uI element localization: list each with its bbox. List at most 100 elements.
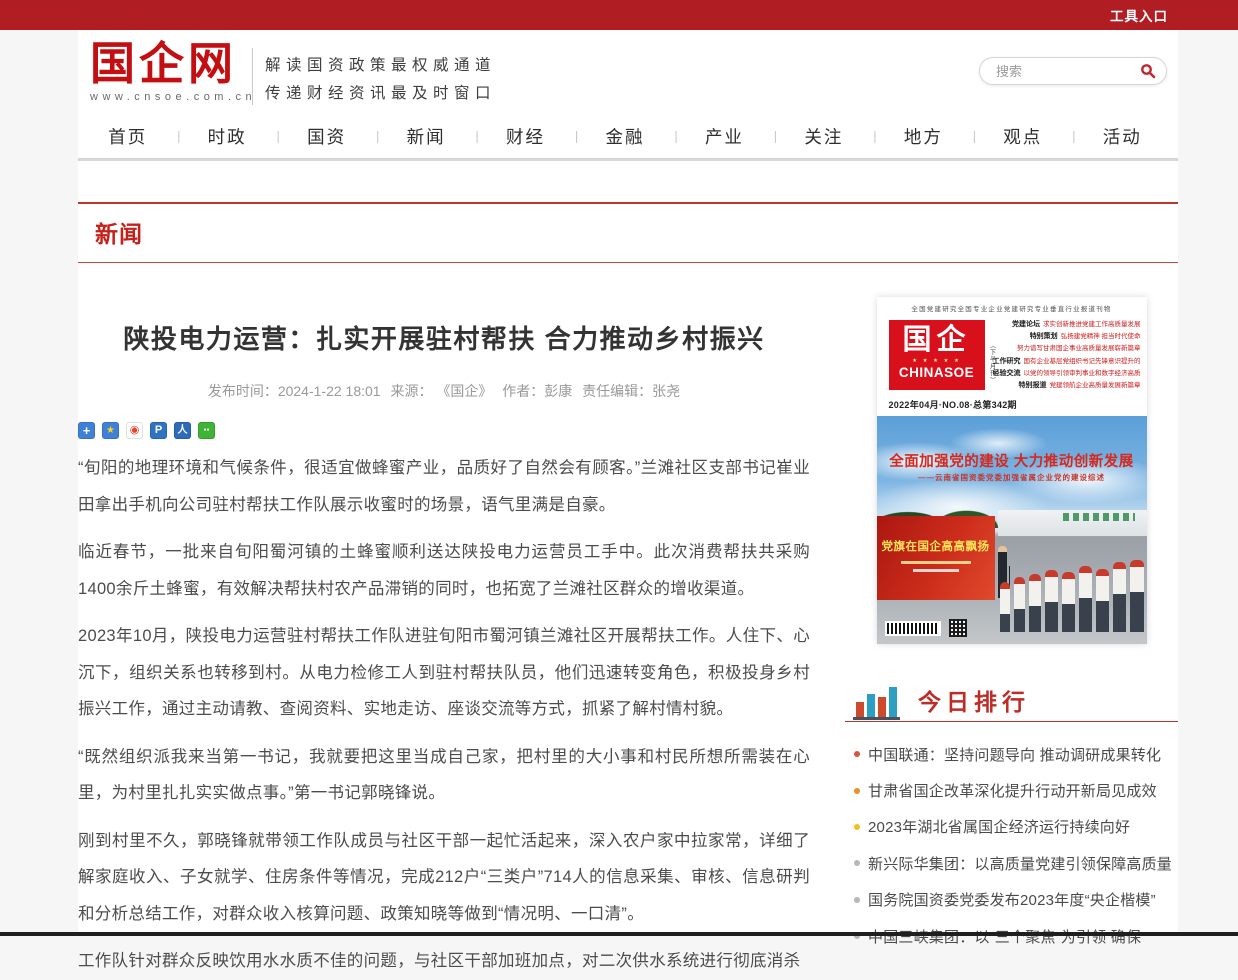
ranking-item-text: 甘肃省国企改革深化提升行动开新局见成效 bbox=[868, 780, 1157, 801]
search-icon[interactable] bbox=[1140, 63, 1156, 79]
bullet-dot bbox=[854, 751, 860, 757]
building-graphic bbox=[998, 510, 1147, 536]
magazine-toc: 党建论坛求实创新推进党建工作高质量发展 特别策划弘扬建党精神 担当时代使命 努力… bbox=[993, 319, 1141, 392]
share-bar: + ★ ◉ P 人 ●● bbox=[78, 422, 810, 439]
nav-item[interactable]: 地方 | bbox=[874, 114, 973, 158]
magazine-toc-label: 特别报道 bbox=[1019, 382, 1047, 389]
magazine-toc-text: 国有企业基层党组织书记先锋意识提升的实现途径 bbox=[1024, 358, 1141, 365]
nav-item[interactable]: 关注 | bbox=[774, 114, 873, 158]
article-meta: 发布时间：2024-1-22 18:01 来源： 《国企》 作者：彭康 责任编辑… bbox=[78, 381, 810, 401]
site-logo[interactable]: 国企网 www.cnsoe.com.cn bbox=[90, 38, 256, 103]
footer-strip bbox=[0, 932, 1238, 936]
main-nav: 首页 | 时政 | 国资 | 新闻 | bbox=[78, 114, 1178, 161]
nav-item-label: 金融 bbox=[605, 124, 644, 149]
ranking-title: 今日排行 bbox=[918, 691, 1030, 721]
sina-weibo-icon[interactable]: ◉ bbox=[126, 422, 143, 439]
nav-item[interactable]: 观点 | bbox=[973, 114, 1072, 158]
article-author: 作者：彭康 bbox=[502, 383, 572, 399]
nav-item[interactable]: 财经 | bbox=[476, 114, 575, 158]
stage-subline-graphic bbox=[901, 561, 971, 564]
logo-url: www.cnsoe.com.cn bbox=[90, 91, 256, 103]
tools-entry-link[interactable]: 工具入口 bbox=[1110, 5, 1168, 25]
nav-item-label: 活动 bbox=[1103, 124, 1142, 149]
section-head: 新闻 bbox=[78, 202, 1178, 263]
nav-item[interactable]: 产业 | bbox=[675, 114, 774, 158]
nav-item-label: 首页 bbox=[108, 124, 147, 149]
nav-item-label: 关注 bbox=[804, 124, 843, 149]
article-paragraph: “旬阳的地理环境和气候条件，很适宜做蜂蜜产业，品质好了自然会有顾客。”兰滩社区支… bbox=[78, 450, 810, 523]
article-body: “旬阳的地理环境和气候条件，很适宜做蜂蜜产业，品质好了自然会有顾客。”兰滩社区支… bbox=[78, 450, 810, 980]
article-paragraph: “既然组织派我来当第一书记，我就要把这里当成自己家，把村里的大小事和村民所想所需… bbox=[78, 739, 810, 812]
nav-item[interactable]: 活动 | bbox=[1073, 114, 1172, 158]
ranking-item-text: 中国联通：坚持问题导向 推动调研成果转化 bbox=[868, 744, 1161, 765]
ranking-item-text: 中国三峡集团：以“三个聚焦”为引领 确保 bbox=[868, 926, 1141, 947]
tencent-weibo-icon[interactable]: P bbox=[150, 422, 167, 439]
magazine-toc-label: 工作研究 bbox=[993, 358, 1021, 365]
building-sign-graphic bbox=[1063, 513, 1135, 521]
article-paragraph: 临近春节，一批来自旬阳蜀河镇的土蜂蜜顺利送达陕投电力运营员工手中。此次消费帮扶共… bbox=[78, 534, 810, 607]
nav-item[interactable]: 时政 | bbox=[177, 114, 276, 158]
main-content: 陕投电力运营：扎实开展驻村帮扶 合力推动乡村振兴 发布时间：2024-1-22 … bbox=[78, 263, 1178, 980]
magazine-toc-text: 弘扬建党精神 担当时代使命 bbox=[1061, 333, 1141, 340]
magazine-cover[interactable]: 全国党建研究全国专业企业党建研究专业垂直行业报道刊物 国企 ★ ★ ★ ★ ★ … bbox=[877, 297, 1147, 644]
search-input[interactable] bbox=[994, 63, 1140, 80]
magazine-toc-text: 党建领航企业高质量发展新篇章 bbox=[1050, 382, 1141, 389]
magazine-logo-cn: 国企 bbox=[889, 323, 985, 357]
magazine-toc-label: 党建论坛 bbox=[1012, 321, 1040, 328]
ranking-header: 今日排行 bbox=[845, 684, 1178, 722]
bar-chart-icon bbox=[853, 686, 900, 720]
magazine-toc-line: 工作研究国有企业基层党组织书记先锋意识提升的实现途径 bbox=[993, 356, 1141, 368]
ranking-item[interactable]: 中国三峡集团：以“三个聚焦”为引领 确保 bbox=[845, 918, 1178, 954]
ranking-item[interactable]: 中国联通：坚持问题导向 推动调研成果转化 bbox=[845, 736, 1178, 772]
magazine-masthead-text: 全国党建研究全国专业企业党建研究专业垂直行业报道刊物 bbox=[877, 297, 1147, 313]
stage-subline-graphic-2 bbox=[913, 569, 959, 572]
bullet-dot bbox=[854, 897, 860, 903]
ranking-item[interactable]: 国务院国资委党委发布2023年度“央企楷模” bbox=[845, 882, 1178, 918]
barcode-graphic bbox=[885, 621, 941, 636]
nav-item-label: 地方 bbox=[904, 124, 943, 149]
renren-icon[interactable]: 人 bbox=[174, 422, 191, 439]
search-box bbox=[979, 57, 1167, 85]
nav-item-label: 时政 bbox=[208, 124, 247, 149]
qr-code-graphic bbox=[949, 619, 967, 637]
nav-item[interactable]: 国资 | bbox=[277, 114, 376, 158]
ranking-item[interactable]: 2023年湖北省属国企经济运行持续向好 bbox=[845, 809, 1178, 845]
nav-item-label: 国资 bbox=[307, 124, 346, 149]
publish-time: 发布时间：2024-1-22 18:01 bbox=[208, 383, 381, 399]
magazine-cover-photo: 全面加强党的建设 大力推动创新发展 ——云南省国资委党委加强省属企业党的建设综述… bbox=[877, 416, 1147, 644]
nav-item[interactable]: 首页 | bbox=[78, 114, 177, 158]
ranking-item-text: 新兴际华集团：以高质量党建引领保障高质量 bbox=[868, 853, 1172, 874]
magazine-logo-stars: ★ ★ ★ ★ ★ bbox=[889, 357, 985, 365]
crowd-figures bbox=[1000, 560, 1144, 632]
bullet-dot bbox=[854, 788, 860, 794]
stage-slogan: 党旗在国企高高飘扬 bbox=[877, 538, 995, 554]
qzone-icon[interactable]: ★ bbox=[102, 422, 119, 439]
share-more-icon[interactable]: + bbox=[78, 422, 95, 439]
logo-divider bbox=[252, 48, 253, 105]
magazine-logo-en: CHINASOE bbox=[889, 365, 985, 380]
nav-item-label: 产业 bbox=[705, 124, 744, 149]
cover-headline: 全面加强党的建设 大力推动创新发展 bbox=[877, 450, 1147, 471]
cover-subline: ——云南省国资委党委加强省属企业党的建设综述 bbox=[877, 472, 1147, 483]
bullet-dot bbox=[854, 860, 860, 866]
magazine-toc-line: 特别策划弘扬建党精神 担当时代使命 bbox=[993, 331, 1141, 343]
nav-item[interactable]: 新闻 | bbox=[376, 114, 475, 158]
page-container: 国企网 www.cnsoe.com.cn 解读国资政策最权威通道 传递财经资讯最… bbox=[78, 30, 1178, 936]
slogan-line-1: 解读国资政策最权威通道 bbox=[265, 52, 496, 80]
nav-item-label: 财经 bbox=[506, 124, 545, 149]
article-source: 来源： 《国企》 bbox=[390, 383, 492, 399]
magazine-toc-label: 特别策划 bbox=[1030, 333, 1058, 340]
magazine-toc-text: 努力谱写甘肃国企事业高质量发展崭新篇章 bbox=[1017, 345, 1141, 352]
wechat-icon[interactable]: ●● bbox=[198, 422, 215, 439]
magazine-issue-info: 2022年04月·NO.08·总第342期 bbox=[889, 398, 1147, 411]
nav-item-label: 新闻 bbox=[407, 124, 446, 149]
article-paragraph: 2023年10月，陕投电力运营驻村帮扶工作队进驻旬阳市蜀河镇兰滩社区开展帮扶工作… bbox=[78, 618, 810, 728]
article-editor: 责任编辑：张尧 bbox=[582, 383, 680, 399]
nav-item[interactable]: 金融 | bbox=[575, 114, 674, 158]
ranking-item-text: 2023年湖北省属国企经济运行持续向好 bbox=[868, 816, 1130, 837]
ranking-item[interactable]: 甘肃省国企改革深化提升行动开新局见成效 bbox=[845, 772, 1178, 808]
bullet-dot bbox=[854, 824, 860, 830]
ranking-item[interactable]: 新兴际华集团：以高质量党建引领保障高质量 bbox=[845, 845, 1178, 881]
article-title: 陕投电力运营：扎实开展驻村帮扶 合力推动乡村振兴 bbox=[78, 319, 810, 356]
top-bar: 工具入口 bbox=[0, 0, 1238, 30]
